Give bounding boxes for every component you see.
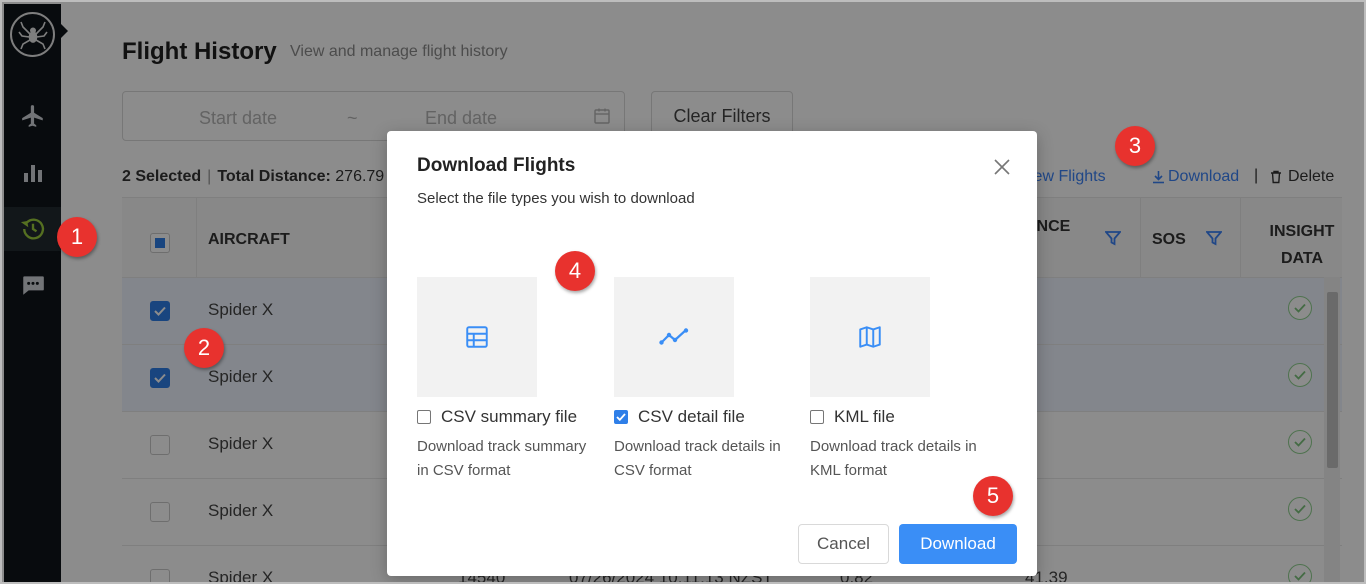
callout-badge: 3 <box>1115 126 1155 166</box>
kml-checkbox[interactable] <box>810 410 824 424</box>
cancel-button[interactable]: Cancel <box>798 524 889 564</box>
option-label[interactable]: KML file <box>834 407 895 427</box>
close-icon[interactable] <box>992 157 1012 177</box>
option-kml[interactable]: KML file Download track details in KML f… <box>810 277 1000 483</box>
option-tile[interactable] <box>810 277 930 397</box>
option-label[interactable]: CSV detail file <box>638 407 745 427</box>
dialog-subtitle: Select the file types you wish to downlo… <box>417 190 695 207</box>
csv-summary-checkbox[interactable] <box>417 410 431 424</box>
callout-badge: 1 <box>57 217 97 257</box>
app-window: Flight History View and manage flight hi… <box>0 0 1366 584</box>
option-csv-detail[interactable]: CSV detail file Download track details i… <box>614 277 804 483</box>
callout-badge: 2 <box>184 328 224 368</box>
dialog-title: Download Flights <box>417 155 576 176</box>
option-tile[interactable] <box>614 277 734 397</box>
option-description: Download track summary in CSV format <box>417 438 587 479</box>
option-label[interactable]: CSV summary file <box>441 407 577 427</box>
option-description: Download track details in KML format <box>810 438 977 479</box>
callout-badge: 4 <box>555 251 595 291</box>
option-description: Download track details in CSV format <box>614 438 781 479</box>
line-chart-icon <box>659 328 689 345</box>
map-icon <box>859 326 881 348</box>
download-button[interactable]: Download <box>899 524 1017 564</box>
download-flights-dialog: Download Flights Select the file types y… <box>387 131 1037 576</box>
csv-detail-checkbox[interactable] <box>614 410 628 424</box>
option-csv-summary[interactable]: CSV summary file Download track summary … <box>417 277 607 483</box>
callout-badge: 5 <box>973 476 1013 516</box>
option-tile[interactable] <box>417 277 537 397</box>
table-icon <box>466 326 488 348</box>
